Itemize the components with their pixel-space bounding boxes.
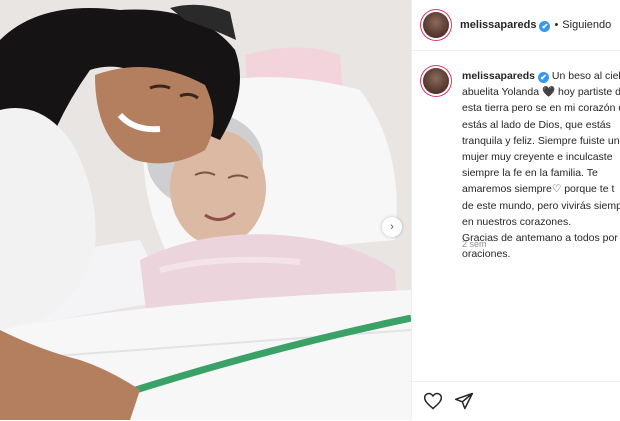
post-timestamp[interactable]: 2 sem — [462, 239, 487, 249]
caption-section: melissapareds✔ Un beso al cielo abuelita… — [412, 51, 620, 381]
instagram-post: › melissapareds ✔ • Siguiendo melissapare… — [0, 0, 620, 420]
chevron-right-icon: › — [390, 221, 394, 233]
post-actions — [412, 381, 620, 421]
caption-username-link[interactable]: melissapareds ✔ — [462, 70, 549, 83]
post-side-panel: melissapareds ✔ • Siguiendo melissapareds… — [411, 0, 620, 420]
caption-username: melissapareds — [462, 70, 535, 82]
verified-badge-icon: ✔ — [539, 20, 551, 32]
header-username: melissapareds — [460, 18, 537, 31]
post-header: melissapareds ✔ • Siguiendo — [412, 0, 620, 51]
caption-avatar[interactable] — [423, 68, 449, 94]
caption-text: Un beso al cielo abuelita Yolanda 🖤 hoy … — [462, 70, 620, 261]
header-username-link[interactable]: melissapareds ✔ — [460, 18, 551, 32]
paper-plane-icon[interactable] — [454, 391, 474, 411]
photo-illustration — [0, 0, 411, 420]
avatar[interactable] — [423, 12, 449, 38]
post-photo[interactable]: › — [0, 0, 411, 420]
verified-badge-icon: ✔ — [537, 72, 549, 83]
separator-dot: • — [554, 19, 559, 31]
following-button[interactable]: Siguiendo — [562, 19, 611, 31]
heart-icon[interactable] — [423, 391, 443, 411]
post-caption: melissapareds✔ Un beso al cielo abuelita… — [462, 68, 620, 262]
next-photo-button[interactable]: › — [382, 217, 402, 237]
